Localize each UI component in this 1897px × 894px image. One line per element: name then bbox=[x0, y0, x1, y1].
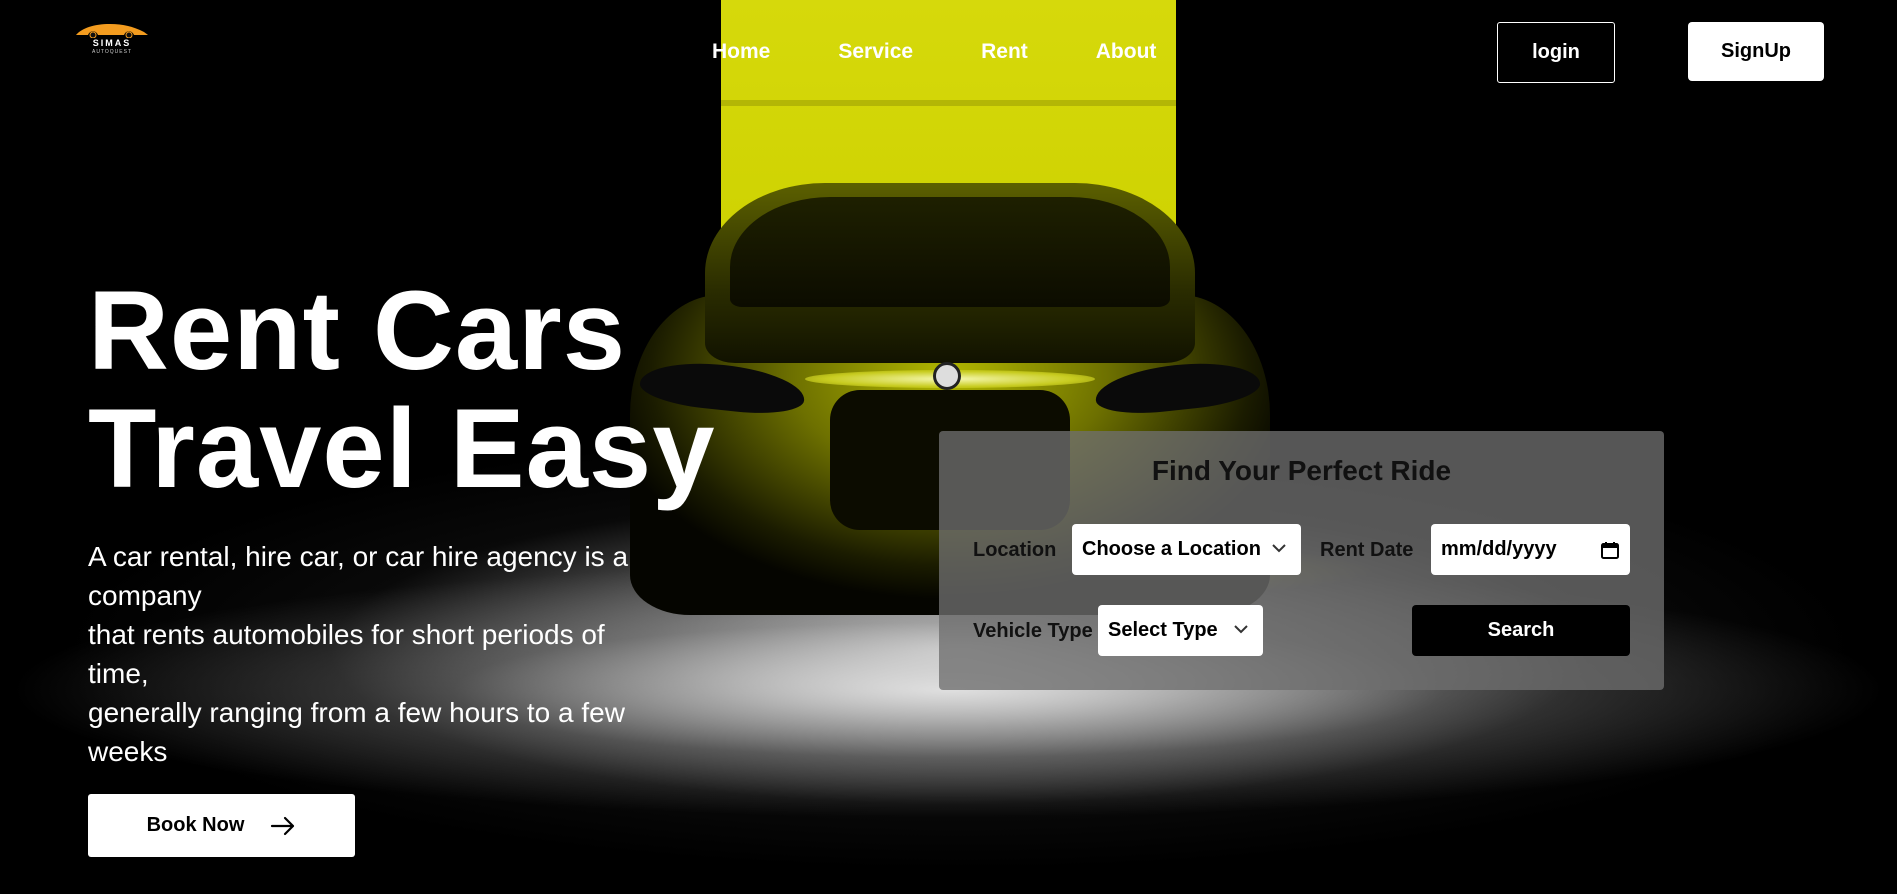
nav-home[interactable]: Home bbox=[712, 40, 770, 64]
hero-description-line: company bbox=[88, 580, 202, 611]
nav-service[interactable]: Service bbox=[838, 40, 913, 64]
chevron-down-icon bbox=[1272, 544, 1286, 553]
car-badge bbox=[933, 362, 961, 390]
location-select[interactable]: Choose a Location bbox=[1072, 524, 1301, 575]
hero-description-line: A car rental, hire car, or car hire agen… bbox=[88, 541, 629, 572]
search-button[interactable]: Search bbox=[1412, 605, 1630, 656]
vehicle-type-select[interactable]: Select Type bbox=[1098, 605, 1263, 656]
rent-date-label: Rent Date bbox=[1320, 539, 1414, 561]
location-label: Location bbox=[973, 539, 1057, 561]
nav-rent[interactable]: Rent bbox=[981, 40, 1028, 64]
hero-title: Rent Cars Travel Easy bbox=[88, 272, 716, 508]
arrow-right-icon bbox=[271, 816, 295, 835]
light-beam-shade bbox=[721, 100, 1176, 106]
book-now-button[interactable]: Book Now bbox=[88, 794, 355, 857]
hero-description-line: generally ranging from a few hours to a … bbox=[88, 697, 625, 728]
rent-date-input[interactable]: mm/dd/yyyy bbox=[1431, 524, 1630, 575]
chevron-down-icon bbox=[1234, 625, 1248, 634]
hero-description-line: weeks bbox=[88, 736, 168, 767]
calendar-icon[interactable] bbox=[1600, 540, 1620, 560]
search-panel: Find Your Perfect Ride Location Choose a… bbox=[939, 431, 1664, 690]
login-button[interactable]: login bbox=[1497, 22, 1615, 83]
vehicle-type-value: Select Type bbox=[1108, 619, 1218, 641]
location-select-value: Choose a Location bbox=[1082, 538, 1261, 560]
hero-title-line-2: Travel Easy bbox=[88, 386, 716, 511]
book-now-label: Book Now bbox=[146, 814, 245, 836]
search-panel-title: Find Your Perfect Ride bbox=[1151, 455, 1452, 486]
hero-description-line: time, bbox=[88, 658, 149, 689]
hero-title-line-1: Rent Cars bbox=[88, 268, 627, 393]
vehicle-type-label: Vehicle Type bbox=[973, 620, 1093, 642]
signup-button[interactable]: SignUp bbox=[1688, 22, 1824, 81]
nav-about[interactable]: About bbox=[1096, 40, 1157, 64]
car-windshield bbox=[730, 197, 1170, 307]
brand-name: SIMAS bbox=[92, 38, 132, 48]
rent-date-placeholder: mm/dd/yyyy bbox=[1441, 538, 1557, 560]
main-nav: Home Service Rent About bbox=[712, 40, 1156, 64]
hero-description: A car rental, hire car, or car hire agen… bbox=[88, 537, 688, 771]
hero-description-line: that rents automobiles for short periods… bbox=[88, 619, 605, 650]
car-logo-icon bbox=[76, 24, 148, 38]
brand-logo[interactable]: SIMAS AUTOQUEST bbox=[70, 22, 154, 56]
brand-tagline: AUTOQUEST bbox=[91, 49, 133, 55]
